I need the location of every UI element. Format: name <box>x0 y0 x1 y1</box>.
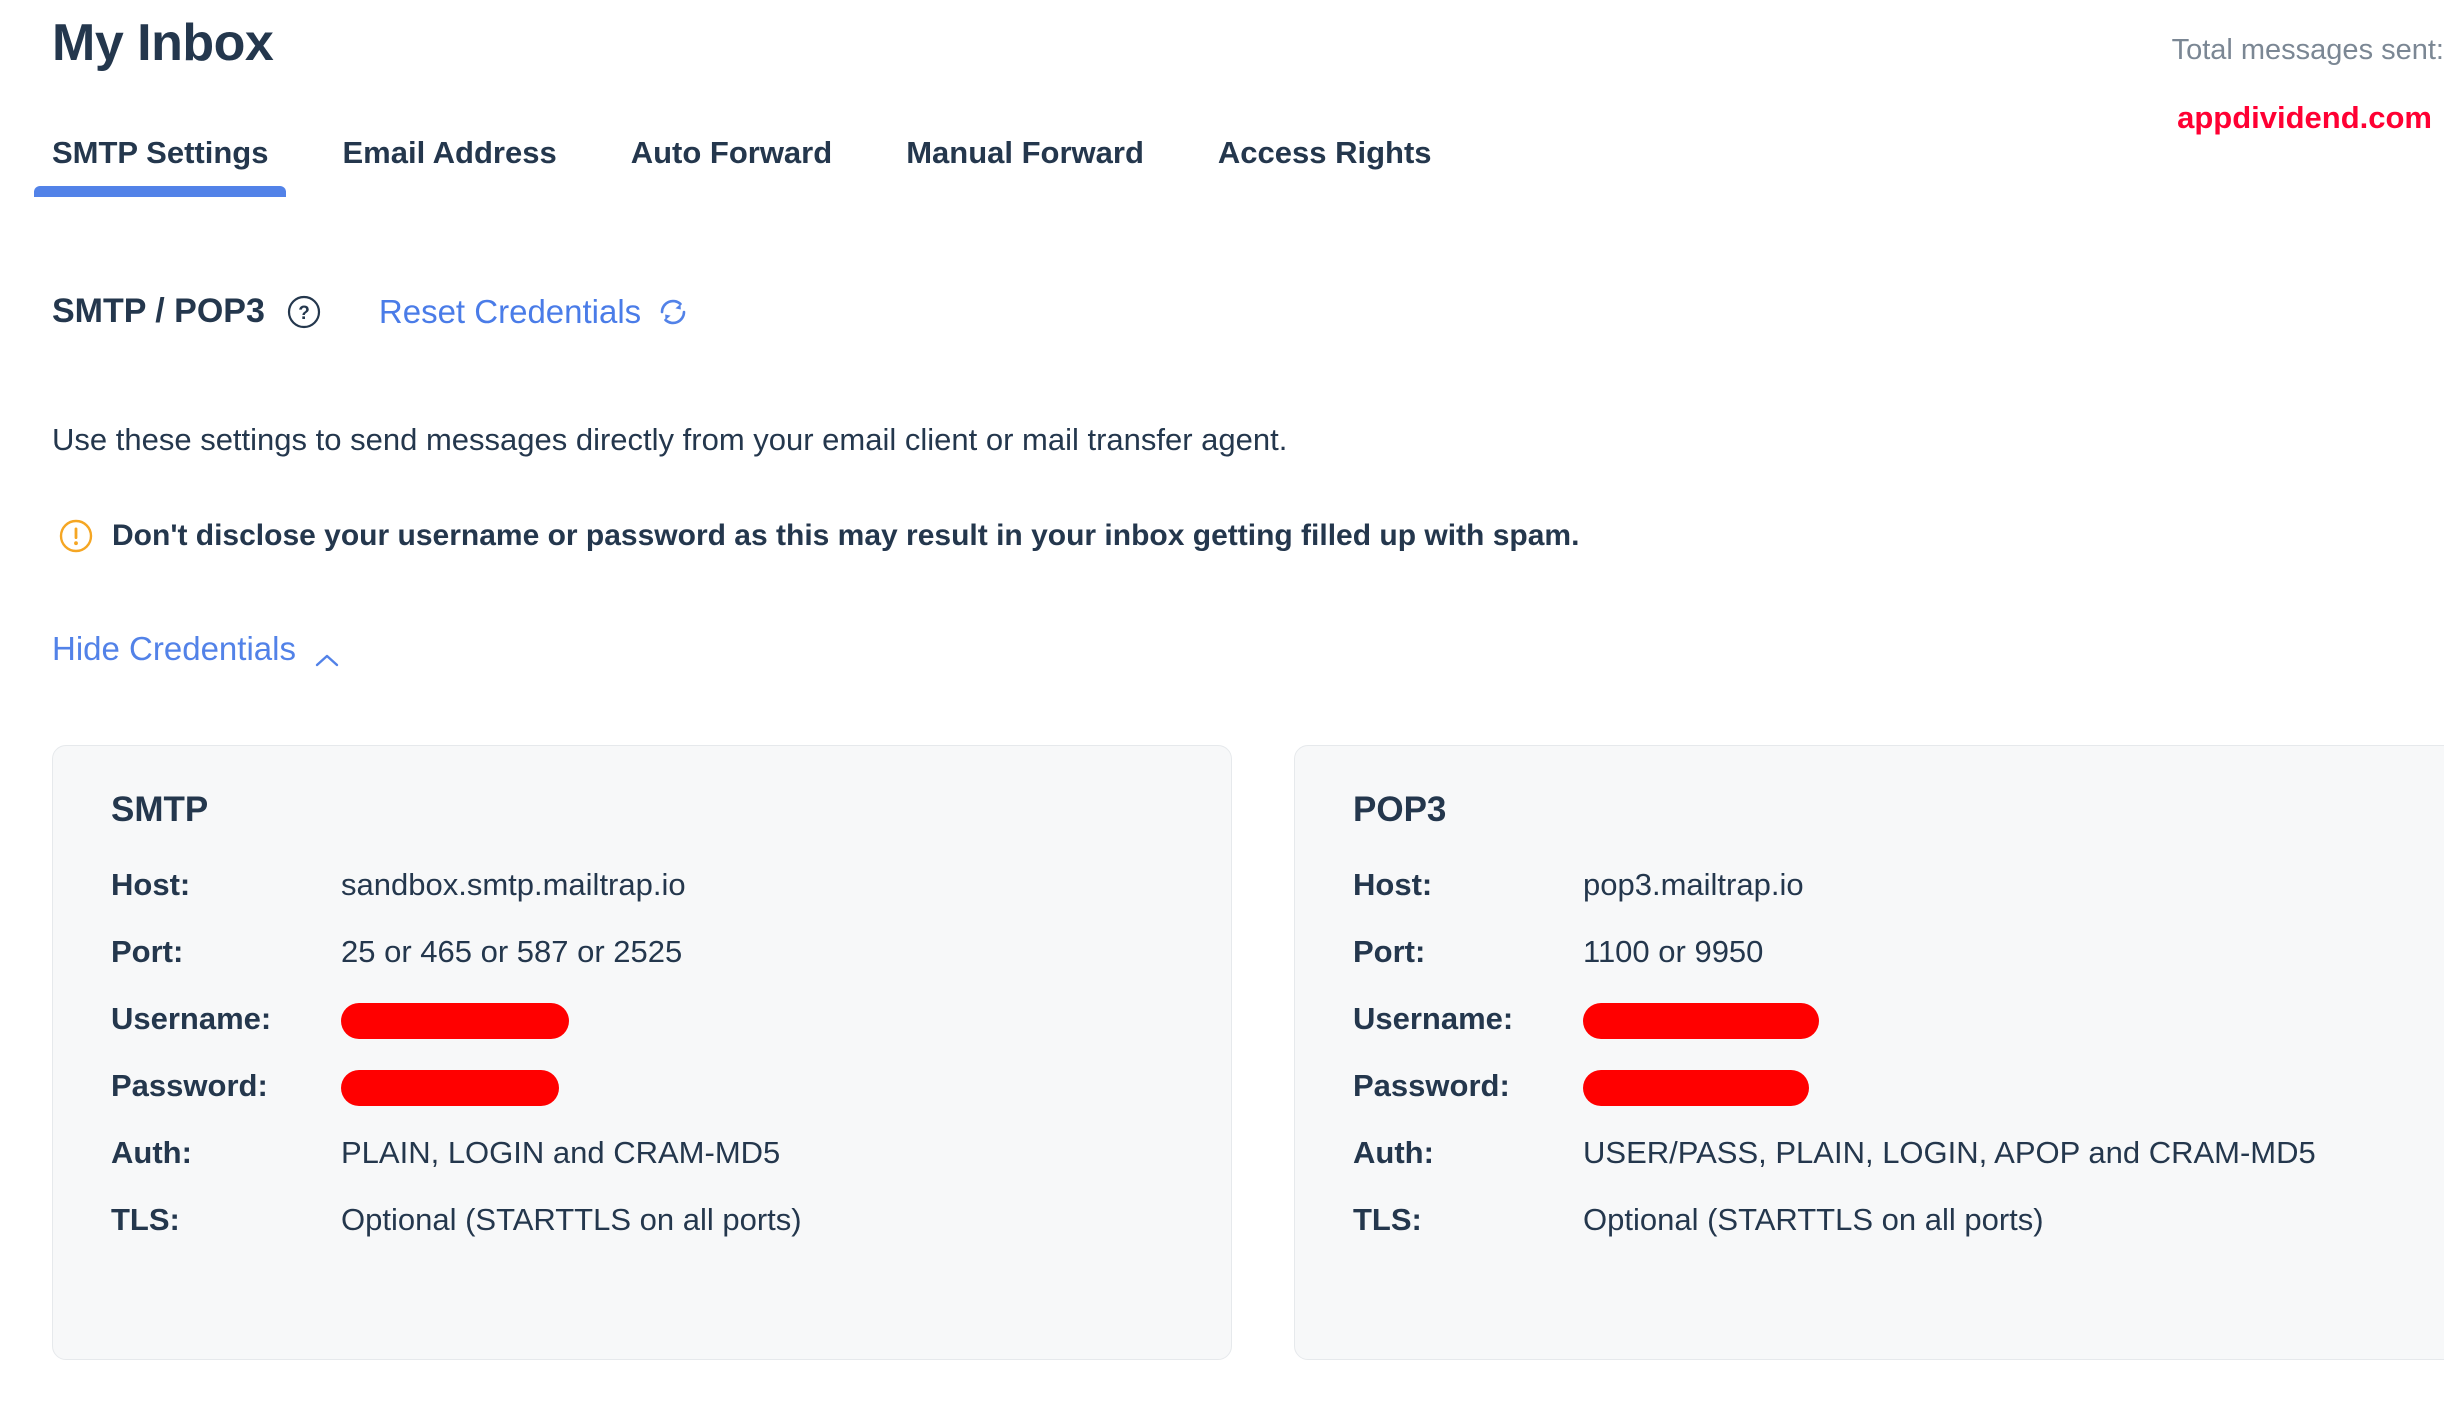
table-row: Host: sandbox.smtp.mailtrap.io <box>111 864 1171 931</box>
tab-auto-forward[interactable]: Auto Forward <box>631 135 833 197</box>
smtp-port-value: 25 or 465 or 587 or 2525 <box>341 934 683 969</box>
warning-text: Don't disclose your username or password… <box>112 519 1580 552</box>
smtp-card-rows: Host: sandbox.smtp.mailtrap.io Port: 25 … <box>111 864 1171 1266</box>
hide-credentials-label: Hide Credentials <box>52 630 296 667</box>
table-row: Auth: USER/PASS, PLAIN, LOGIN, APOP and … <box>1353 1132 2413 1199</box>
tab-smtp-settings[interactable]: SMTP Settings <box>33 135 287 197</box>
smtp-card: SMTP Host: sandbox.smtp.mailtrap.io Port… <box>52 745 1232 1360</box>
pop3-username-value <box>1583 998 2413 1065</box>
chevron-up-icon <box>314 640 340 667</box>
pop3-password-label: Password: <box>1353 1068 1510 1103</box>
pop3-auth-value: USER/PASS, PLAIN, LOGIN, APOP and CRAM-M… <box>1583 1135 2316 1170</box>
smtp-username-value <box>341 998 1171 1065</box>
smtp-card-title: SMTP <box>111 790 209 829</box>
smtp-host-value: sandbox.smtp.mailtrap.io <box>341 867 686 902</box>
table-row: Port: 25 or 465 or 587 or 2525 <box>111 931 1171 998</box>
credentials-cards: SMTP Host: sandbox.smtp.mailtrap.io Port… <box>52 745 2444 1360</box>
pop3-host-label: Host: <box>1353 867 1433 902</box>
pop3-card-title: POP3 <box>1353 790 1447 829</box>
hide-credentials-toggle[interactable]: Hide Credentials <box>52 630 340 668</box>
section-description: Use these settings to send messages dire… <box>52 422 1288 457</box>
redaction-bar <box>341 1002 569 1039</box>
smtp-password-value <box>341 1065 1171 1132</box>
redaction-bar <box>1583 1002 1819 1039</box>
table-row: Username: <box>1353 998 2413 1065</box>
question-mark-circle-icon[interactable]: ? <box>287 295 321 329</box>
smtp-auth-value: PLAIN, LOGIN and CRAM-MD5 <box>341 1135 781 1170</box>
table-row: Port: 1100 or 9950 <box>1353 931 2413 998</box>
table-row: Password: <box>1353 1065 2413 1132</box>
exclamation-circle-icon <box>58 518 94 554</box>
page-title: My Inbox <box>52 14 274 72</box>
redaction-bar <box>341 1069 559 1106</box>
table-row: Password: <box>111 1065 1171 1132</box>
tab-email-address[interactable]: Email Address <box>342 135 556 197</box>
reset-credentials-button[interactable]: Reset Credentials <box>379 293 691 331</box>
smtp-username-label: Username: <box>111 1001 272 1036</box>
table-row: Host: pop3.mailtrap.io <box>1353 864 2413 931</box>
tab-bar: SMTP Settings Email Address Auto Forward… <box>33 135 1432 197</box>
tab-access-rights[interactable]: Access Rights <box>1218 135 1432 197</box>
pop3-tls-label: TLS: <box>1353 1202 1422 1237</box>
watermark: appdividend.com <box>2177 100 2432 135</box>
svg-text:?: ? <box>298 303 310 324</box>
warning-banner: Don't disclose your username or password… <box>58 518 1579 554</box>
pop3-port-label: Port: <box>1353 934 1426 969</box>
smtp-port-label: Port: <box>111 934 184 969</box>
smtp-password-label: Password: <box>111 1068 268 1103</box>
redaction-bar <box>1583 1069 1809 1106</box>
refresh-icon <box>655 294 691 330</box>
table-row: Auth: PLAIN, LOGIN and CRAM-MD5 <box>111 1132 1171 1199</box>
pop3-port-value: 1100 or 9950 <box>1583 934 1764 969</box>
pop3-password-value <box>1583 1065 2413 1132</box>
reset-credentials-label: Reset Credentials <box>378 292 642 330</box>
section-title: SMTP / POP3 <box>52 292 265 330</box>
pop3-auth-label: Auth: <box>1353 1135 1434 1170</box>
smtp-tls-label: TLS: <box>111 1202 180 1237</box>
pop3-username-label: Username: <box>1353 1001 1514 1036</box>
pop3-card-rows: Host: pop3.mailtrap.io Port: 1100 or 995… <box>1353 864 2413 1266</box>
pop3-tls-value: Optional (STARTTLS on all ports) <box>1583 1202 2044 1237</box>
smtp-auth-label: Auth: <box>111 1135 192 1170</box>
table-row: Username: <box>111 998 1171 1065</box>
smtp-host-label: Host: <box>111 867 191 902</box>
table-row: TLS: Optional (STARTTLS on all ports) <box>1353 1199 2413 1266</box>
pop3-card: POP3 Host: pop3.mailtrap.io Port: 1100 o… <box>1294 745 2444 1360</box>
section-heading-row: SMTP / POP3 ? Reset Credentials <box>52 292 691 331</box>
pop3-host-value: pop3.mailtrap.io <box>1583 867 1804 902</box>
table-row: TLS: Optional (STARTTLS on all ports) <box>111 1199 1171 1266</box>
smtp-tls-value: Optional (STARTTLS on all ports) <box>341 1202 802 1237</box>
total-messages-sent-label: Total messages sent: <box>2171 34 2444 66</box>
tab-manual-forward[interactable]: Manual Forward <box>906 135 1144 197</box>
